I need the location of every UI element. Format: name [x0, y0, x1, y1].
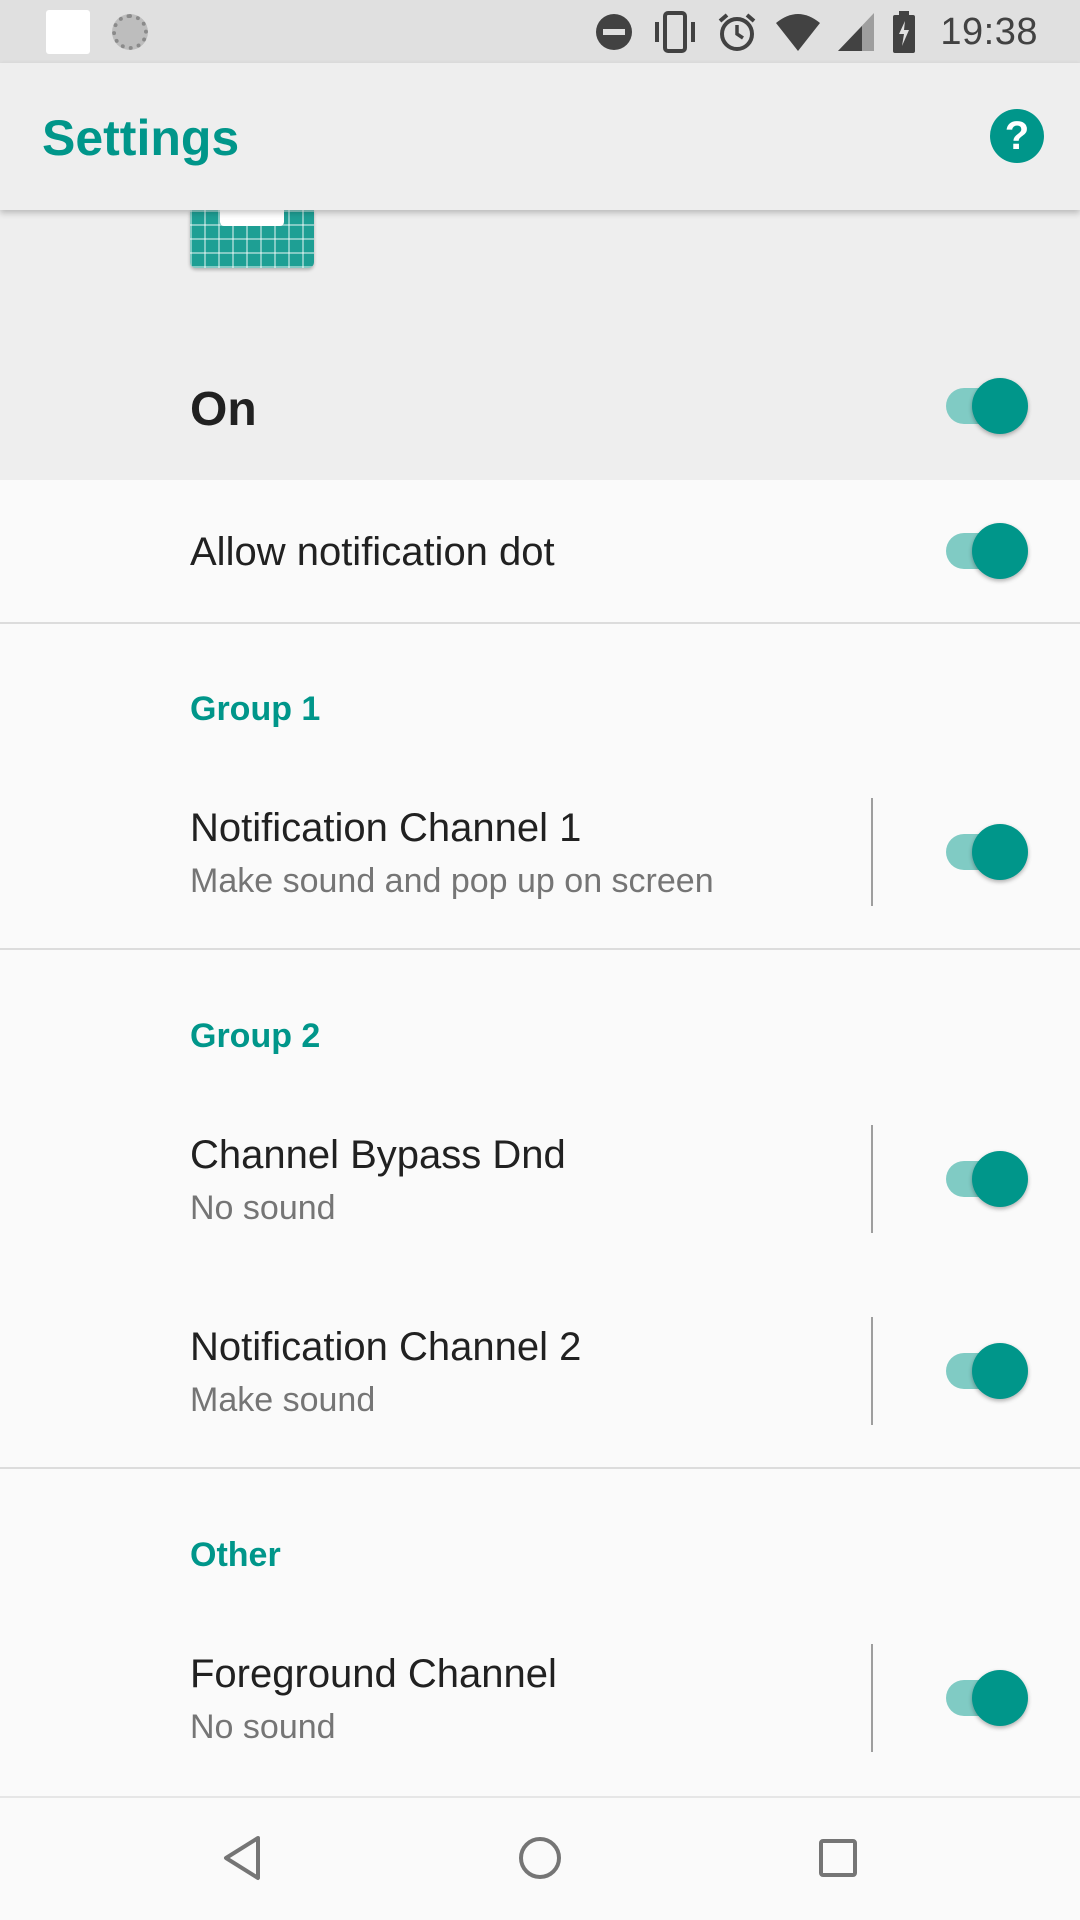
status-bar: 19:38	[0, 0, 1080, 63]
back-button[interactable]	[212, 1828, 272, 1888]
sync-dots-icon	[112, 14, 148, 50]
channel-name: Notification Channel 1	[190, 806, 582, 850]
toggle-thumb	[972, 1151, 1028, 1207]
home-icon	[519, 1837, 561, 1879]
divider	[0, 622, 1080, 624]
navigation-bar	[0, 1796, 1080, 1920]
vertical-separator	[871, 798, 873, 906]
toggle-thumb	[972, 1343, 1028, 1399]
channel-row-notification-channel-2[interactable]: Notification Channel 2 Make sound	[0, 1309, 1080, 1459]
notification-dot-label: Allow notification dot	[190, 530, 555, 574]
channel-name: Channel Bypass Dnd	[190, 1133, 566, 1177]
master-toggle[interactable]	[942, 378, 1030, 434]
vibrate-icon	[655, 11, 696, 53]
notification-square-icon	[46, 10, 90, 54]
help-button[interactable]: ?	[990, 109, 1044, 163]
group-header-other: Other	[190, 1536, 281, 1574]
channel-row-notification-channel-1[interactable]: Notification Channel 1 Make sound and po…	[0, 790, 1080, 940]
status-time: 19:38	[940, 10, 1038, 53]
channel-behavior: No sound	[190, 1708, 336, 1746]
status-left	[46, 10, 148, 54]
alarm-icon	[719, 13, 756, 51]
toggle-thumb	[972, 824, 1028, 880]
divider	[0, 1467, 1080, 1469]
toggle-thumb	[972, 378, 1028, 434]
vertical-separator	[871, 1317, 873, 1425]
toggle-thumb	[972, 1670, 1028, 1726]
app-bar: Settings ?	[0, 63, 1080, 210]
channel-row-foreground[interactable]: Foreground Channel No sound	[0, 1636, 1080, 1786]
home-button[interactable]	[510, 1828, 570, 1888]
channel-name: Foreground Channel	[190, 1652, 557, 1696]
toggle-thumb	[972, 523, 1028, 579]
channel-toggle-2[interactable]	[942, 1343, 1030, 1399]
recents-icon	[819, 1839, 857, 1877]
group-header-2: Group 2	[190, 1017, 321, 1055]
channel-behavior: Make sound and pop up on screen	[190, 862, 714, 900]
app-header: On	[0, 210, 1080, 480]
status-right: 19:38	[594, 6, 1038, 58]
master-toggle-label: On	[190, 383, 257, 436]
channel-toggle-1[interactable]	[942, 824, 1030, 880]
channel-row-bypass-dnd[interactable]: Channel Bypass Dnd No sound	[0, 1117, 1080, 1267]
recents-button[interactable]	[808, 1828, 868, 1888]
page-title: Settings	[42, 110, 240, 166]
app-icon	[190, 210, 314, 268]
channel-toggle-bypass-dnd[interactable]	[942, 1151, 1030, 1207]
channel-name: Notification Channel 2	[190, 1325, 582, 1369]
channel-behavior: Make sound	[190, 1381, 376, 1419]
notification-dot-toggle[interactable]	[942, 523, 1030, 579]
cell-signal-icon	[838, 13, 875, 51]
back-icon	[224, 1836, 260, 1880]
channel-behavior: No sound	[190, 1189, 336, 1227]
notification-dot-row[interactable]: Allow notification dot	[0, 480, 1080, 622]
wifi-icon	[776, 14, 821, 51]
screen: 19:38 Settings ? On Allow notification d…	[0, 0, 1080, 1920]
battery-icon	[893, 11, 916, 53]
divider	[0, 948, 1080, 950]
vertical-separator	[871, 1644, 873, 1752]
app-icon-notch	[220, 210, 284, 226]
group-header-1: Group 1	[190, 690, 321, 728]
vertical-separator	[871, 1125, 873, 1233]
help-icon: ?	[1004, 113, 1030, 158]
channel-toggle-foreground[interactable]	[942, 1670, 1030, 1726]
dnd-icon	[596, 14, 633, 50]
